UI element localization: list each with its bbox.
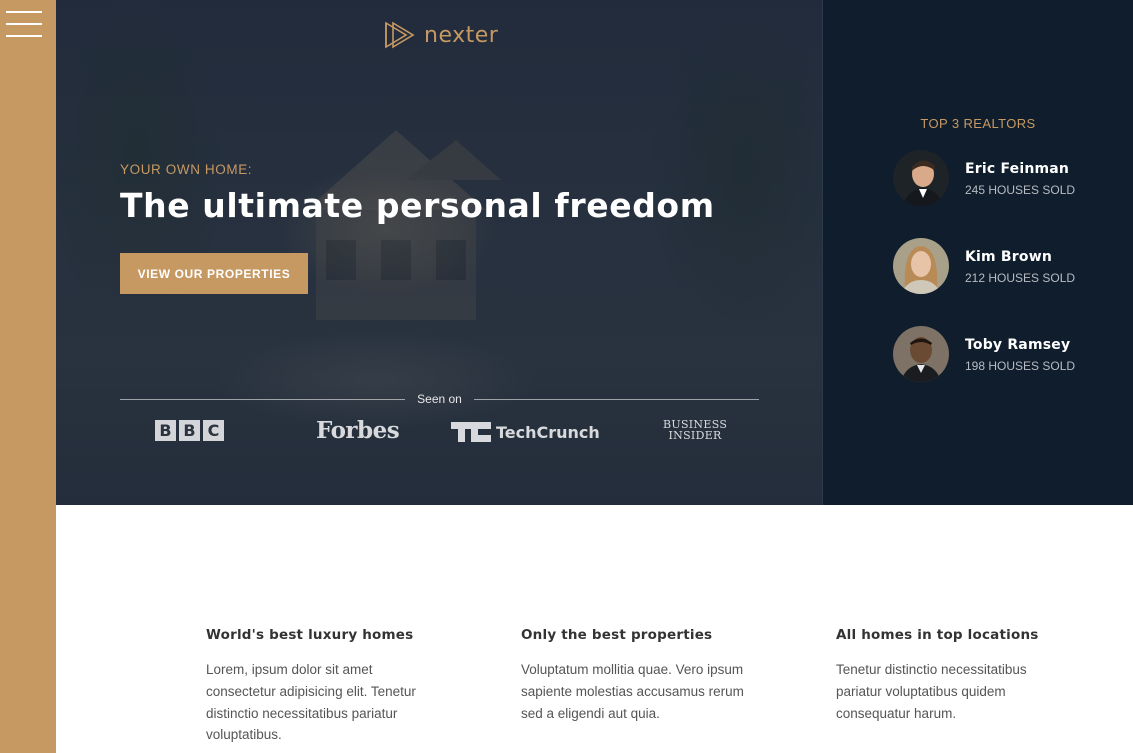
hero-subtitle: YOUR OWN HOME:: [120, 162, 253, 177]
feature-text: Voluptatum mollitia quae. Vero ipsum sap…: [521, 662, 744, 721]
feature-title: Only the best properties: [521, 627, 713, 643]
realtor-name: Toby Ramsey: [965, 337, 1071, 353]
bbc-letter: B: [179, 420, 200, 441]
realtor-name: Eric Feinman: [965, 161, 1070, 177]
press-logos: B B C Forbes TechCrunch BUSINESS INSIDER: [120, 414, 759, 450]
feature-item: Only the best properties Voluptatum moll…: [521, 627, 751, 724]
sidebar: [0, 0, 56, 753]
feature-item: All homes in top locations Tenetur disti…: [836, 627, 1046, 724]
realtor-photo: [893, 326, 949, 382]
seen-on-label: Seen on: [417, 392, 462, 406]
feature-text: Lorem, ipsum dolor sit amet consectetur …: [206, 662, 416, 743]
realtor-photo: [893, 150, 949, 206]
seen-on-divider: Seen on: [120, 390, 759, 408]
business-insider-logo: BUSINESS INSIDER: [663, 419, 727, 441]
realtor-houses-sold: 212 HOUSES SOLD: [965, 271, 1076, 285]
forbes-logo: Forbes: [316, 417, 400, 444]
top-realtors-panel: TOP 3 REALTORS Eric Feinman 245 HOUSES S…: [822, 0, 1133, 505]
view-properties-button[interactable]: VIEW OUR PROPERTIES: [120, 253, 308, 294]
realtor-name: Kim Brown: [965, 249, 1053, 265]
divider-line: [120, 398, 406, 400]
menu-line: [6, 11, 42, 13]
bbc-letter: B: [155, 420, 176, 441]
realtor-item[interactable]: Kim Brown 212 HOUSES SOLD: [893, 238, 1123, 296]
avatar: [893, 238, 949, 294]
logo-icon: [385, 21, 415, 49]
realtor-item[interactable]: Toby Ramsey 198 HOUSES SOLD: [893, 326, 1123, 384]
feature-title: World's best luxury homes: [206, 627, 414, 643]
house-background-image: [306, 130, 501, 320]
realtor-houses-sold: 245 HOUSES SOLD: [965, 183, 1076, 197]
hero-header: nexter YOUR OWN HOME: The ultimate perso…: [56, 0, 822, 505]
business-insider-line: INSIDER: [668, 429, 722, 442]
avatar: [893, 150, 949, 206]
techcrunch-text: TechCrunch: [496, 422, 600, 442]
realtor-photo: [893, 238, 949, 294]
realtor-item[interactable]: Eric Feinman 245 HOUSES SOLD: [893, 150, 1123, 208]
realtor-houses-sold: 198 HOUSES SOLD: [965, 359, 1076, 373]
nexter-logo[interactable]: nexter: [384, 20, 498, 50]
feature-title: All homes in top locations: [836, 627, 1039, 643]
bbc-logo: B B C: [155, 420, 224, 441]
feature-text: Tenetur distinctio necessitatibus pariat…: [836, 662, 1027, 721]
realtors-heading: TOP 3 REALTORS: [920, 116, 1036, 131]
techcrunch-mark-icon: [451, 422, 491, 442]
divider-line: [473, 398, 759, 400]
techcrunch-logo: TechCrunch: [451, 422, 600, 442]
menu-line: [6, 23, 42, 25]
logo-text: nexter: [424, 22, 499, 48]
hamburger-menu-icon[interactable]: [6, 11, 42, 39]
bbc-letter: C: [203, 420, 224, 441]
menu-line: [6, 35, 42, 37]
hero-title: The ultimate personal freedom: [120, 186, 715, 225]
avatar: [893, 326, 949, 382]
feature-item: World's best luxury homes Lorem, ipsum d…: [206, 627, 436, 746]
